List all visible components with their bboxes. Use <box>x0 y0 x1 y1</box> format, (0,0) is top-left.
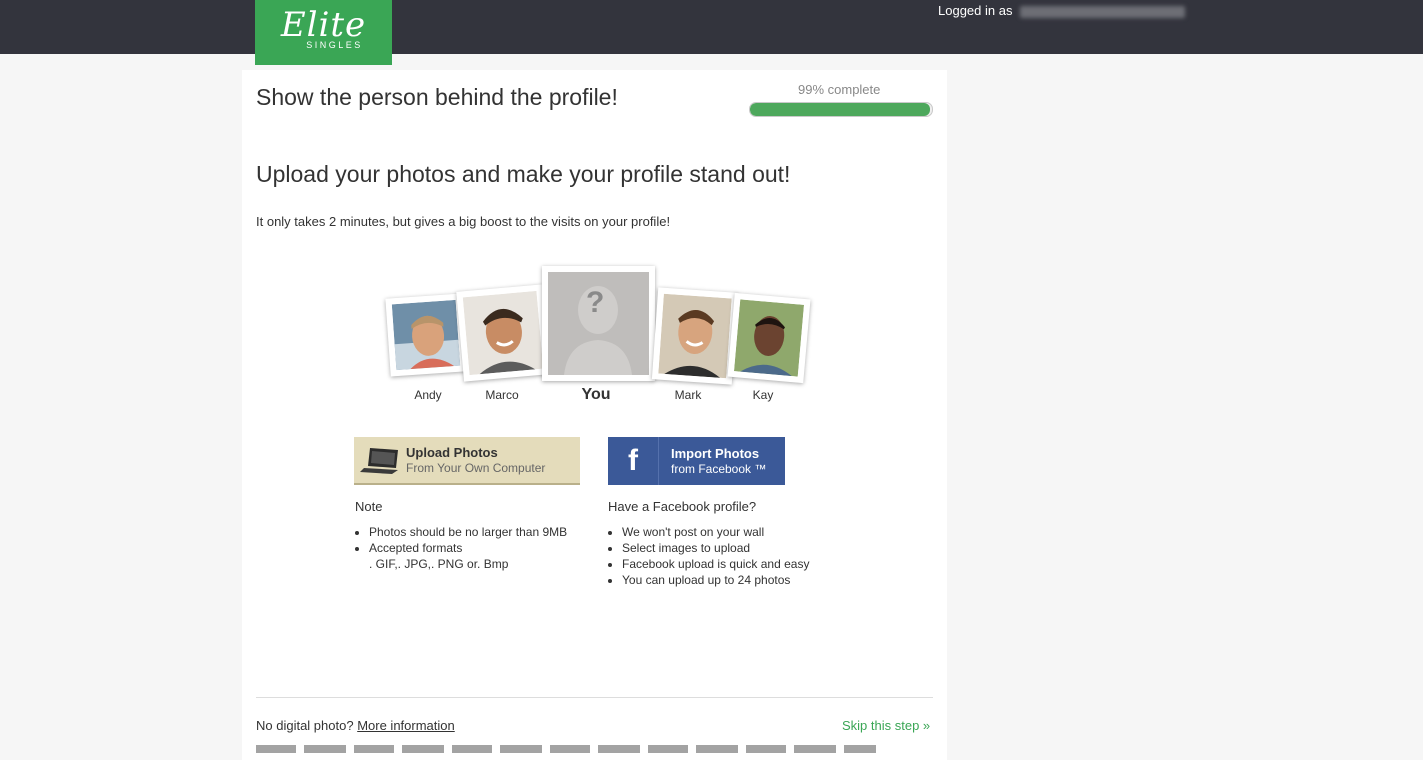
import-facebook-button[interactable]: f Import Photos from Facebook ™ <box>608 437 785 485</box>
facebook-heading: Have a Facebook profile? <box>608 499 757 514</box>
login-label: Logged in as <box>938 3 1013 18</box>
photo-andy <box>385 293 467 377</box>
logo-sub-text: SINGLES <box>306 40 363 50</box>
accepted-formats: . GIF,. JPG,. PNG or. Bmp <box>369 557 509 571</box>
top-bar: Logged in as <box>0 0 1423 54</box>
login-status: Logged in as <box>938 3 1186 18</box>
progress-bar-fill <box>750 103 931 116</box>
photo-label-kay: Kay <box>752 388 774 402</box>
photo-you-placeholder[interactable] <box>542 266 655 381</box>
marco-portrait <box>462 290 544 376</box>
question-mark-icon: ? <box>586 286 605 319</box>
note-heading: Note <box>355 499 383 514</box>
kay-portrait <box>733 299 805 377</box>
page-title: Show the person behind the profile! <box>256 84 618 110</box>
section-heading: Upload your photos and make your profile… <box>256 161 791 187</box>
list-item-text: Accepted formats <box>369 541 463 555</box>
facebook-button-subtitle: from Facebook ™ <box>671 461 767 476</box>
logo-main-text: Elite <box>280 5 367 45</box>
facebook-icon-letter: f <box>628 444 638 477</box>
photo-label-marco: Marco <box>485 388 519 402</box>
cut-off-text <box>256 745 876 753</box>
upload-photos-button[interactable]: Upload Photos From Your Own Computer <box>354 437 580 485</box>
no-photo-row: No digital photo? More information <box>256 718 455 733</box>
facebook-button-title: Import Photos <box>671 445 760 461</box>
photo-label-you: You <box>581 386 611 403</box>
list-item: Accepted formats . GIF,. JPG,. PNG or. Bm… <box>369 540 585 572</box>
upload-notes-list: Photos should be no larger than 9MB Acce… <box>355 524 585 572</box>
facebook-icon: f <box>608 437 659 485</box>
photo-label-mark: Mark <box>674 388 702 402</box>
upload-button-title: Upload Photos <box>406 444 498 460</box>
account-email-redacted <box>1020 5 1186 18</box>
photo-marco <box>456 284 550 382</box>
photo-kay <box>727 292 811 384</box>
list-item: Photos should be no larger than 9MB <box>369 524 585 540</box>
progress-label: 99% complete <box>798 82 881 97</box>
facebook-points-list: We won't post on your wall Select images… <box>608 524 848 588</box>
list-item: Select images to upload <box>622 540 848 556</box>
no-photo-text: No digital photo? <box>256 718 354 733</box>
list-item: Facebook upload is quick and easy <box>622 556 848 572</box>
skip-step-link[interactable]: Skip this step » <box>842 718 930 733</box>
divider <box>256 697 933 698</box>
photo-mark <box>651 287 739 385</box>
andy-portrait <box>391 299 461 371</box>
photo-label-andy: Andy <box>414 388 442 402</box>
intro-text: It only takes 2 minutes, but gives a big… <box>256 214 671 229</box>
elite-singles-logo[interactable]: Elite SINGLES <box>255 0 392 65</box>
more-information-link[interactable]: More information <box>357 718 455 733</box>
list-item: You can upload up to 24 photos <box>622 572 848 588</box>
upload-button-subtitle: From Your Own Computer <box>406 460 546 475</box>
laptop-icon <box>354 436 406 484</box>
mark-portrait <box>658 293 732 379</box>
list-item: We won't post on your wall <box>622 524 848 540</box>
progress-bar <box>749 102 933 117</box>
